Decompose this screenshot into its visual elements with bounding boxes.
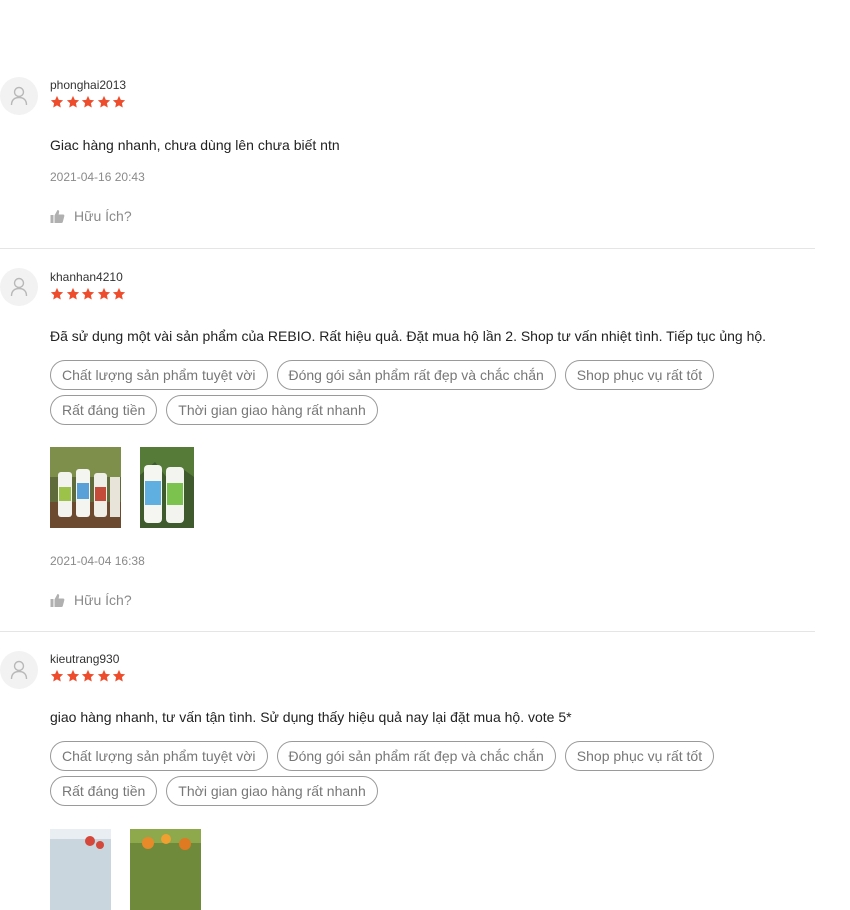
review-text: Đã sử dụng một vài sản phẩm của REBIO. R… bbox=[50, 328, 767, 344]
review-item: phonghai2013 Giac hàng nhanh, chưa dùng … bbox=[0, 0, 815, 248]
thumbs-up-icon bbox=[50, 209, 65, 223]
review-username[interactable]: kieutrang930 bbox=[50, 652, 119, 666]
review-photo[interactable] bbox=[50, 447, 121, 528]
review-username[interactable]: phonghai2013 bbox=[50, 78, 126, 92]
review-tag[interactable]: Shop phục vụ rất tốt bbox=[564, 741, 715, 771]
review-tag[interactable]: Đóng gói sản phẩm rất đẹp và chắc chắn bbox=[276, 741, 556, 771]
review-photo[interactable] bbox=[130, 829, 201, 910]
review-tag[interactable]: Chất lượng sản phẩm tuyệt vời bbox=[50, 741, 268, 771]
helpful-button[interactable]: Hữu Ích? bbox=[50, 592, 132, 608]
star-rating bbox=[50, 669, 126, 683]
star-icon bbox=[97, 95, 110, 108]
review-tag[interactable]: Đóng gói sản phẩm rất đẹp và chắc chắn bbox=[276, 360, 556, 390]
review-tags: Chất lượng sản phẩm tuyệt vời Đóng gói sả… bbox=[50, 360, 820, 425]
star-icon bbox=[81, 95, 95, 108]
star-icon bbox=[112, 95, 126, 108]
review-text: giao hàng nhanh, tư vấn tận tình. Sử dụn… bbox=[50, 709, 572, 725]
star-icon bbox=[66, 669, 79, 682]
review-tag[interactable]: Shop phục vụ rất tốt bbox=[564, 360, 715, 390]
review-tag[interactable]: Rất đáng tiền bbox=[50, 395, 158, 425]
star-rating bbox=[50, 287, 126, 301]
review-photos bbox=[50, 447, 194, 528]
star-icon bbox=[112, 669, 126, 682]
review-tag[interactable]: Chất lượng sản phẩm tuyệt vời bbox=[50, 360, 268, 390]
review-tag[interactable]: Thời gian giao hàng rất nhanh bbox=[166, 395, 378, 425]
star-icon bbox=[50, 287, 64, 300]
review-text: Giac hàng nhanh, chưa dùng lên chưa biết… bbox=[50, 137, 340, 153]
user-avatar-icon[interactable] bbox=[0, 77, 38, 115]
star-icon bbox=[66, 95, 79, 108]
review-date: 2021-04-04 16:38 bbox=[50, 554, 145, 568]
review-tag[interactable]: Thời gian giao hàng rất nhanh bbox=[166, 776, 378, 806]
star-icon bbox=[81, 669, 95, 682]
review-photo[interactable] bbox=[140, 447, 194, 528]
review-photo[interactable] bbox=[50, 829, 111, 910]
thumbs-up-icon bbox=[50, 593, 65, 607]
user-avatar-icon[interactable] bbox=[0, 651, 38, 689]
review-tag[interactable]: Rất đáng tiền bbox=[50, 776, 158, 806]
review-tags: Chất lượng sản phẩm tuyệt vời Đóng gói sả… bbox=[50, 741, 820, 806]
star-icon bbox=[81, 287, 95, 300]
review-photos bbox=[50, 829, 201, 910]
helpful-button[interactable]: Hữu Ích? bbox=[50, 208, 132, 224]
star-icon bbox=[66, 287, 79, 300]
helpful-label: Hữu Ích? bbox=[74, 592, 132, 608]
review-date: 2021-04-16 20:43 bbox=[50, 170, 145, 184]
review-username[interactable]: khanhan4210 bbox=[50, 270, 123, 284]
star-icon bbox=[97, 287, 110, 300]
star-icon bbox=[50, 95, 64, 108]
user-avatar-icon[interactable] bbox=[0, 268, 38, 306]
helpful-label: Hữu Ích? bbox=[74, 208, 132, 224]
star-icon bbox=[112, 287, 126, 300]
star-rating bbox=[50, 95, 126, 109]
star-icon bbox=[97, 669, 110, 682]
review-item: khanhan4210 Đã sử dụng một vài sản phẩm … bbox=[0, 248, 815, 632]
star-icon bbox=[50, 669, 64, 682]
review-item: kieutrang930 giao hàng nhanh, tư vấn tận… bbox=[0, 631, 815, 910]
